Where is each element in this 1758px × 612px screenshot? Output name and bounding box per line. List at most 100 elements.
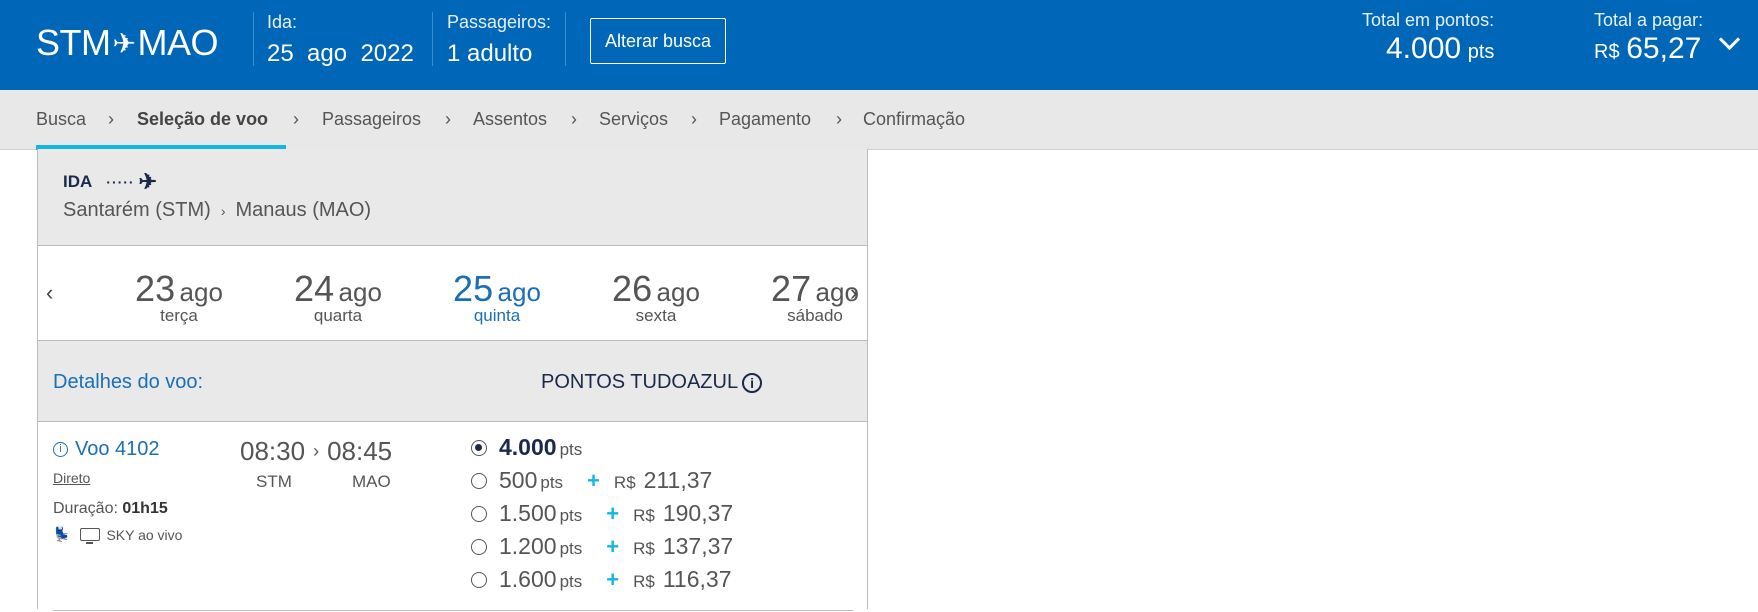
- chevron-right-icon: ›: [108, 109, 114, 129]
- duration-label: Duração:: [53, 500, 118, 517]
- next-date-arrow-icon[interactable]: ›: [850, 280, 857, 306]
- seat-icon: 💺: [53, 526, 71, 542]
- date-option[interactable]: 27 ago sábado: [750, 268, 880, 326]
- chevron-right-icon: ›: [220, 202, 226, 219]
- chevron-right-icon: ›: [691, 109, 697, 129]
- date-day: 23: [135, 268, 176, 309]
- date-option[interactable]: 24 ago quarta: [273, 268, 403, 326]
- flight-duration: Duração: 01h15: [53, 500, 168, 518]
- ida-year: 2022: [360, 40, 414, 67]
- header-divider: [253, 12, 254, 66]
- fare-currency: R$: [633, 506, 655, 525]
- chevron-right-icon: ›: [836, 109, 842, 129]
- flight-number-link[interactable]: i Voo 4102: [53, 438, 160, 461]
- date-day: 26: [612, 268, 653, 309]
- fare-currency: R$: [613, 473, 636, 492]
- date-option-selected[interactable]: 25 ago quinta: [432, 268, 562, 326]
- fare-option[interactable]: 1.500 pts + R$ 190,37: [471, 500, 733, 527]
- date-day: 24: [294, 268, 335, 309]
- leg-header: IDA ····· ✈ Santarém (STM) › Manaus (MAO…: [38, 149, 867, 246]
- flight-times: 08:30 › 08:45: [240, 436, 392, 467]
- dotted-line-icon: ·····: [106, 174, 135, 190]
- info-icon[interactable]: i: [742, 372, 763, 393]
- total-pay-value: 65,27: [1626, 32, 1702, 65]
- amenities: 💺 SKY ao vivo: [53, 526, 183, 544]
- fare-option[interactable]: 1.200 pts + R$ 137,37: [471, 533, 733, 560]
- radio-button-selected[interactable]: [471, 439, 487, 456]
- header-divider: [565, 12, 566, 66]
- fare-points-unit: pts: [559, 572, 583, 591]
- date-weekday: quinta: [473, 306, 521, 325]
- total-pay-label: Total a pagar:: [1594, 10, 1704, 30]
- date-month: ago: [179, 277, 223, 307]
- plus-icon: +: [606, 501, 620, 526]
- step-pagamento[interactable]: Pagamento: [719, 109, 811, 130]
- radio-button[interactable]: [471, 571, 487, 588]
- date-option[interactable]: 26 ago sexta: [591, 268, 721, 326]
- step-selecao-de-voo[interactable]: Seleção de voo: [137, 109, 268, 130]
- radio-button[interactable]: [471, 505, 487, 522]
- leg-title: IDA ····· ✈: [63, 169, 157, 195]
- step-confirmacao[interactable]: Confirmação: [863, 109, 965, 130]
- fare-option[interactable]: 1.600 pts + R$ 116,37: [471, 566, 731, 593]
- tv-icon: [80, 528, 101, 544]
- details-label: Detalhes do voo:: [53, 371, 204, 393]
- fare-option[interactable]: 500 pts + R$ 211,37: [471, 467, 712, 494]
- date-option[interactable]: 23 ago terça: [114, 268, 244, 326]
- total-pay-currency: R$: [1594, 41, 1620, 63]
- leg-title-text: IDA: [63, 172, 93, 191]
- chevron-down-icon[interactable]: [1718, 28, 1741, 51]
- direct-link[interactable]: Direto: [53, 470, 90, 486]
- fare-option[interactable]: 4.000 pts: [471, 434, 582, 461]
- flight-details-header: Detalhes do voo: PONTOS TUDOAZUL i: [38, 341, 867, 422]
- radio-button[interactable]: [471, 472, 487, 489]
- fare-money: 211,37: [643, 467, 713, 493]
- plus-icon: +: [587, 468, 600, 493]
- arrive-time: 08:45: [327, 436, 393, 466]
- points-column-header: PONTOS TUDOAZUL i: [541, 371, 763, 394]
- passengers-value: 1 adulto: [447, 40, 533, 67]
- total-points-unit: pts: [1467, 41, 1495, 63]
- header-divider: [432, 12, 433, 66]
- leg-origin: Santarém (STM): [63, 199, 211, 221]
- fare-points: 4.000: [499, 434, 557, 460]
- fare-points-unit: pts: [559, 506, 583, 525]
- date-weekday: terça: [160, 306, 198, 325]
- date-carousel: ‹ 23 ago terça 24 ago quarta 25 ago quin…: [38, 246, 867, 341]
- radio-button[interactable]: [471, 538, 487, 555]
- date-weekday: sexta: [635, 306, 677, 325]
- fare-currency: R$: [633, 539, 655, 558]
- fare-points-unit: pts: [540, 473, 564, 492]
- row-divider: [53, 610, 853, 611]
- date-month: ago: [497, 277, 541, 307]
- fare-money: 190,37: [662, 500, 734, 526]
- depart-code: STM: [256, 472, 292, 491]
- date-month: ago: [656, 277, 700, 307]
- fare-points: 1.500: [499, 500, 557, 526]
- total-points: 4.000 pts: [1386, 32, 1494, 66]
- total-points-label: Total em pontos:: [1362, 10, 1495, 30]
- step-assentos[interactable]: Assentos: [473, 109, 547, 130]
- ida-label: Ida:: [267, 12, 298, 32]
- origin-code: STM: [36, 22, 111, 63]
- ida-date: 25 ago 2022: [267, 40, 414, 68]
- date-weekday: quarta: [313, 306, 363, 325]
- chevron-right-icon: ›: [313, 441, 320, 461]
- flight-row: i Voo 4102 Direto Duração: 01h15 💺 SKY a…: [38, 422, 867, 612]
- fare-points: 500: [499, 467, 538, 493]
- chevron-right-icon: ›: [445, 109, 451, 129]
- change-search-button[interactable]: Alterar busca: [590, 18, 726, 64]
- step-passageiros[interactable]: Passageiros: [322, 109, 421, 130]
- total-points-value: 4.000: [1386, 32, 1462, 65]
- info-icon: i: [53, 442, 68, 457]
- step-servicos[interactable]: Serviços: [599, 109, 668, 130]
- progress-steps: Busca › Seleção de voo › Passageiros › A…: [0, 90, 1758, 150]
- step-busca[interactable]: Busca: [36, 109, 86, 130]
- arrive-code: MAO: [352, 472, 391, 491]
- duration-value: 01h15: [122, 500, 168, 517]
- chevron-right-icon: ›: [571, 109, 577, 129]
- airplane-icon: ✈: [112, 27, 136, 59]
- amenity-label: SKY ao vivo: [106, 526, 183, 543]
- prev-date-arrow-icon[interactable]: ‹: [46, 280, 53, 306]
- fare-currency: R$: [633, 572, 655, 591]
